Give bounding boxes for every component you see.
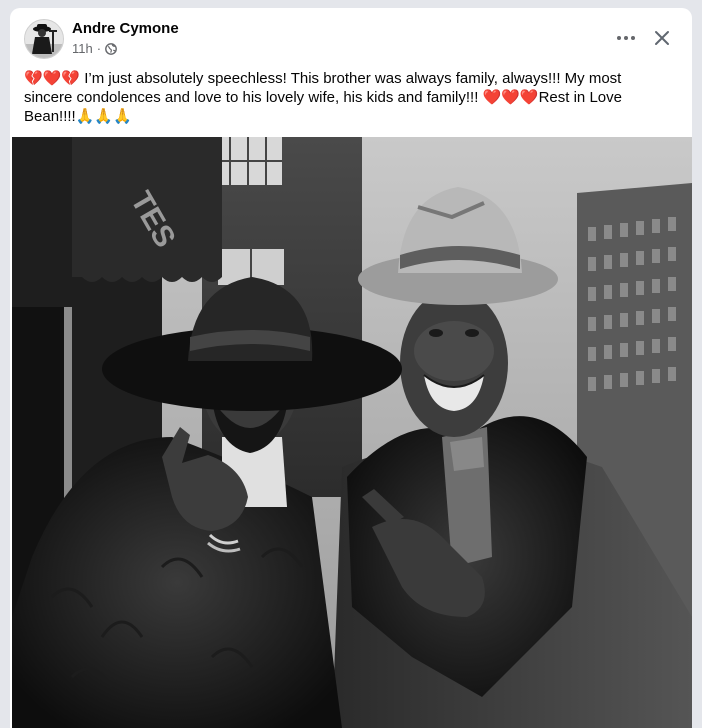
post-photo[interactable]: TES [12,137,692,728]
globe-icon[interactable] [105,42,117,55]
close-button[interactable] [646,22,678,54]
post-text: 💔❤️💔 I’m just absolutely speechless! Thi… [24,70,622,125]
post-meta: 11h · [72,41,117,56]
more-horizontal-icon [617,36,635,40]
post-header: Andre Cymone 11h · [10,8,692,68]
post-card: Andre Cymone 11h · 💔❤️💔 I’m just absolut… [10,8,692,728]
avatar-image [25,20,63,58]
post-time[interactable]: 11h [72,41,93,56]
author-name[interactable]: Andre Cymone [72,20,179,37]
more-options-button[interactable] [610,22,642,54]
photo-image: TES [12,137,692,728]
meta-separator: · [96,41,102,56]
close-icon [655,31,669,45]
author-avatar[interactable] [24,19,64,59]
